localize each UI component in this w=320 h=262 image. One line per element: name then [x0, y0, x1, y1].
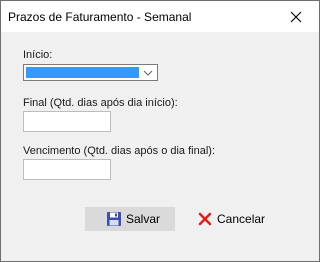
window-title: Prazos de Faturamento - Semanal [8, 10, 192, 24]
dropdown-arrow-button[interactable] [139, 66, 156, 79]
title-bar: Prazos de Faturamento - Semanal [1, 1, 319, 32]
cancel-button-label: Cancelar [217, 212, 266, 226]
dialog-window: Prazos de Faturamento - Semanal Início: … [0, 0, 320, 262]
final-days-input[interactable] [23, 111, 111, 132]
close-button[interactable] [273, 1, 319, 32]
chevron-down-icon [143, 70, 152, 76]
floppy-disk-icon [106, 211, 122, 227]
vencimento-label: Vencimento (Qtd. dias após o dia final): [23, 145, 215, 157]
save-button[interactable]: Salvar [85, 207, 175, 231]
cancel-button[interactable]: Cancelar [193, 207, 273, 231]
close-icon [290, 11, 302, 22]
inicio-selection-highlight [26, 67, 139, 78]
inicio-dropdown[interactable] [23, 64, 158, 81]
final-label: Final (Qtd. dias após dia início): [23, 97, 178, 109]
save-button-label: Salvar [126, 212, 161, 226]
red-x-icon [197, 211, 213, 227]
vencimento-days-input[interactable] [23, 159, 111, 180]
inicio-label: Início: [23, 49, 53, 61]
